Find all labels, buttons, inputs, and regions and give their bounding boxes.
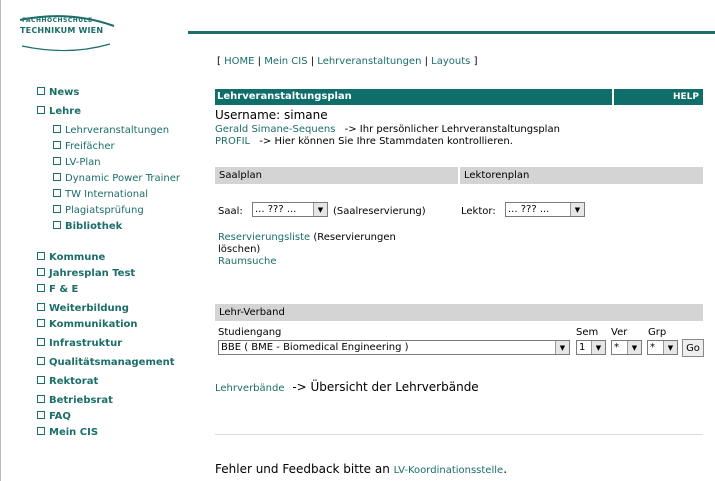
saalplan-header: Saalplan (215, 167, 458, 184)
sidebar-item-mein-cis[interactable]: Mein CIS (37, 427, 98, 438)
nav-link-home[interactable]: HOME (224, 56, 254, 67)
lehrverband-header: Lehr-Verband (215, 304, 703, 321)
nav-link-layouts[interactable]: Layouts (431, 56, 470, 67)
square-bullet-icon (53, 125, 61, 133)
sidebar-item-infrastruktur[interactable]: Infrastruktur (37, 338, 122, 349)
raumsuche-link[interactable]: Raumsuche (218, 256, 276, 267)
saal-select[interactable]: ... ??? ... ▼ (252, 202, 328, 217)
square-bullet-icon (53, 205, 61, 213)
saal-note: (Saalreservierung) (333, 206, 426, 217)
triangle-down-icon: ▼ (627, 341, 641, 354)
lv-koordinationsstelle-link[interactable]: LV-Koordinationsstelle (394, 465, 504, 476)
sidebar-item-weiterbildung[interactable]: Weiterbildung (37, 303, 129, 314)
divider (215, 434, 703, 435)
sidebar-item-betriebsrat[interactable]: Betriebsrat (37, 395, 113, 406)
square-bullet-icon (37, 357, 45, 365)
logo-text-top: FACHHOCHSCHULE (22, 17, 93, 24)
personal-plan-link[interactable]: Gerald Simane-Sequens (215, 124, 335, 135)
square-bullet-icon (53, 189, 61, 197)
sidebar-item-rektorat[interactable]: Rektorat (37, 376, 98, 387)
sem-label: Sem (576, 327, 599, 338)
ver-select[interactable]: * ▼ (611, 340, 642, 355)
help-link[interactable]: HELP (614, 89, 703, 105)
sidebar-sub-tw-international[interactable]: TW International (53, 189, 148, 200)
triangle-down-icon: ▼ (663, 341, 677, 354)
username-label: Username: simane (215, 108, 328, 122)
square-bullet-icon (53, 221, 61, 229)
sem-select[interactable]: 1 ▼ (576, 340, 606, 355)
triangle-down-icon: ▼ (591, 341, 605, 354)
square-bullet-icon (37, 106, 45, 114)
sidebar-sub-dynamic-power-trainer[interactable]: Dynamic Power Trainer (53, 173, 180, 184)
square-bullet-icon (37, 87, 45, 95)
square-bullet-icon (53, 173, 61, 181)
lehrverbaende-link[interactable]: Lehrverbände (215, 383, 285, 394)
reservierung-line: Reservierungsliste (Reservierungen (218, 232, 396, 243)
reservierungsliste-link[interactable]: Reservierungsliste (218, 232, 310, 243)
sidebar-sub-plagiatspruefung[interactable]: Plagiatsprüfung (53, 205, 144, 216)
sidebar-sub-lehrveranstaltungen[interactable]: Lehrveranstaltungen (53, 125, 169, 136)
sidebar-sub-lv-plan[interactable]: LV-Plan (53, 157, 101, 168)
personal-plan-line: Gerald Simane-Sequens -> Ihr persönliche… (215, 124, 560, 135)
triangle-down-icon: ▼ (570, 203, 584, 216)
nav-link-mein-cis[interactable]: Mein CIS (264, 56, 307, 67)
square-bullet-icon (37, 427, 45, 435)
square-bullet-icon (37, 252, 45, 260)
square-bullet-icon (53, 141, 61, 149)
lektorenplan-header: Lektorenplan (460, 167, 703, 184)
square-bullet-icon (37, 284, 45, 292)
page-title-bar: Lehrveranstaltungsplan (215, 89, 612, 105)
square-bullet-icon (37, 376, 45, 384)
square-bullet-icon (37, 303, 45, 311)
top-rule (188, 31, 715, 34)
lehrverbaende-line: Lehrverbände -> Übersicht der Lehrverbän… (215, 380, 479, 394)
grp-label: Grp (648, 327, 667, 338)
square-bullet-icon (37, 411, 45, 419)
triangle-down-icon: ▼ (313, 203, 327, 216)
studiengang-label: Studiengang (218, 327, 282, 338)
sidebar-item-news[interactable]: News (37, 87, 79, 98)
sidebar-item-kommunikation[interactable]: Kommunikation (37, 319, 138, 330)
profil-link[interactable]: PROFIL (215, 136, 250, 147)
sidebar-item-lehre[interactable]: Lehre (37, 106, 81, 117)
sidebar-item-kommune[interactable]: Kommune (37, 252, 105, 263)
square-bullet-icon (37, 319, 45, 327)
sidebar-item-jahresplan-test[interactable]: Jahresplan Test (37, 268, 135, 279)
sidebar-sub-bibliothek[interactable]: Bibliothek (53, 221, 122, 232)
square-bullet-icon (37, 338, 45, 346)
left-border (0, 0, 1, 481)
profil-line: PROFIL -> Hier können Sie Ihre Stammdate… (215, 136, 513, 147)
square-bullet-icon (37, 268, 45, 276)
square-bullet-icon (53, 157, 61, 165)
saal-label: Saal: (218, 206, 243, 217)
studiengang-select[interactable]: BBE ( BME - Biomedical Engineering ) ▼ (218, 340, 570, 355)
lektor-select[interactable]: ... ??? ... ▼ (505, 202, 585, 217)
lektor-label: Lektor: (461, 206, 496, 217)
triangle-down-icon: ▼ (555, 341, 569, 354)
sidebar-item-qualitaetsmanagement[interactable]: Qualitätsmanagement (37, 357, 175, 368)
nav-link-lehrveranstaltungen[interactable]: Lehrveranstaltungen (317, 56, 421, 67)
sidebar-item-faq[interactable]: FAQ (37, 411, 71, 422)
sidebar-sub-freifaecher[interactable]: Freifächer (53, 141, 115, 152)
top-navigation: [ HOME | Mein CIS | Lehrveranstaltungen … (217, 56, 478, 67)
footer-feedback: Fehler und Feedback bitte an LV-Koordina… (215, 462, 508, 476)
ver-label: Ver (611, 327, 628, 338)
square-bullet-icon (37, 395, 45, 403)
go-button[interactable]: Go (682, 339, 704, 357)
logo-text-main: TECHNIKUM WIEN (20, 26, 104, 35)
grp-select[interactable]: * ▼ (647, 340, 678, 355)
reservierung-line-2: löschen) (218, 244, 261, 255)
sidebar-item-f-und-e[interactable]: F & E (37, 284, 78, 295)
